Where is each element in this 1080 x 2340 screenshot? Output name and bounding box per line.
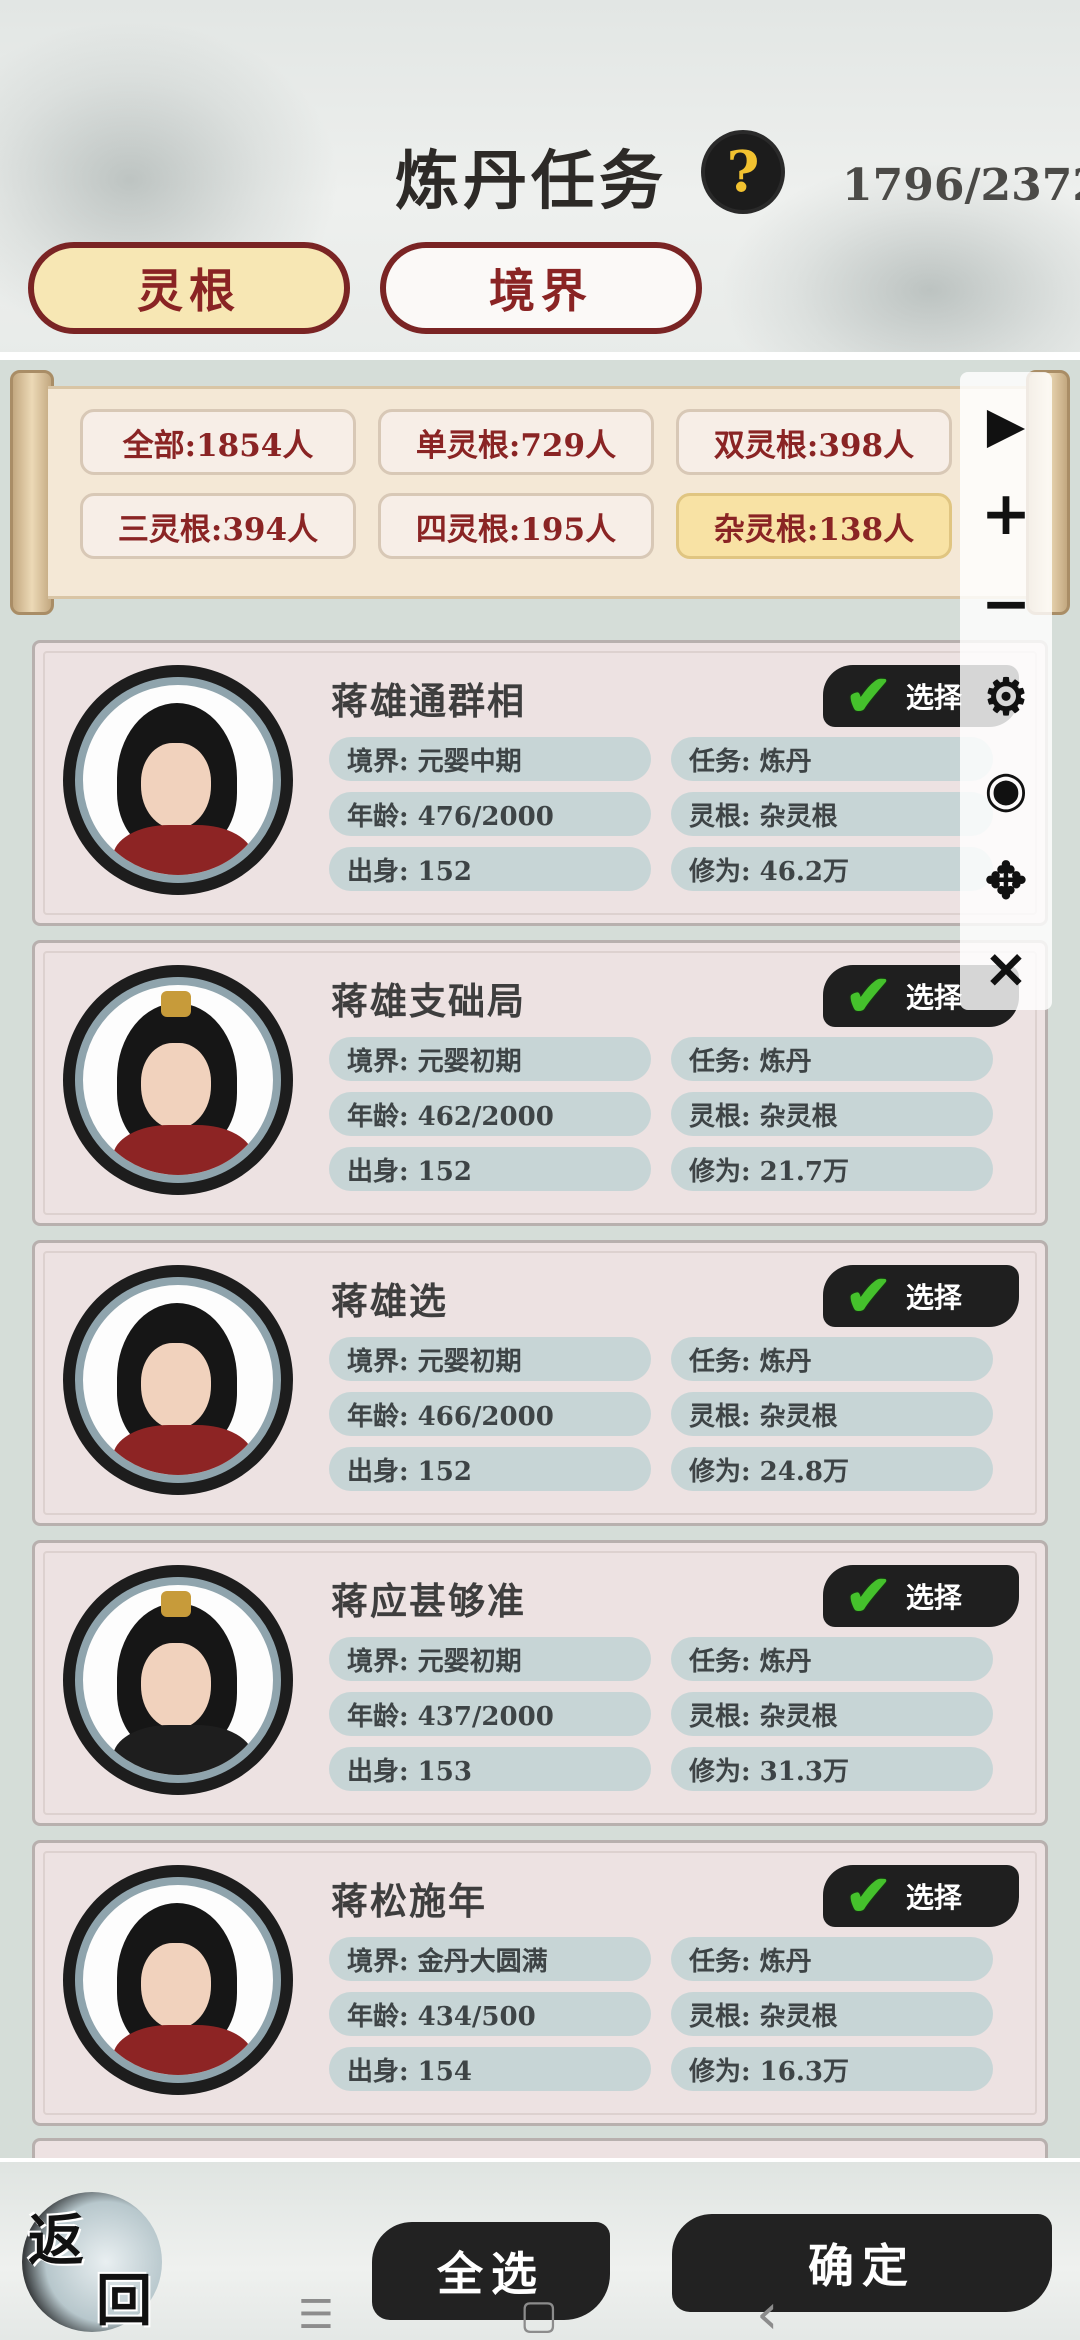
root-field: 灵根: 杂灵根 [671,1692,993,1736]
header: 炼丹任务 ? 1796/2372 灵根 境界 [0,0,1080,360]
select-button[interactable]: ✔ 选择 [823,1865,1019,1927]
task-field: 任务: 炼丹 [671,1637,993,1681]
character-name: 蒋松施年 [331,1879,487,1923]
gear-icon[interactable]: ⚙ [960,656,1052,736]
play-icon[interactable]: ▶ [960,384,1052,464]
filter-quad-root[interactable]: 四灵根:195人 [378,493,654,559]
close-icon[interactable]: ✕ [960,930,1052,1010]
task-field: 任务: 炼丹 [671,1937,993,1981]
select-button[interactable]: ✔ 选择 [823,1565,1019,1627]
realm-field: 境界: 元婴初期 [329,1637,651,1681]
help-icon[interactable]: ? [705,134,781,210]
realm-field: 境界: 金丹大圆满 [329,1937,651,1981]
tab-realm[interactable]: 境界 [380,242,702,334]
page-title: 炼丹任务 [395,144,667,219]
back-label-top: 返 [28,2208,84,2274]
character-name: 蒋雄通群相 [331,679,526,723]
realm-field: 境界: 元婴中期 [329,737,651,781]
floating-toolbar: ▶ + − ⚙ ◉ ✥ ✕ [960,372,1052,1010]
cultivation-field: 修为: 21.7万 [671,1147,993,1191]
root-field: 灵根: 杂灵根 [671,792,993,836]
header-divider [0,352,1080,360]
character-name: 蒋雄选 [331,1279,448,1323]
filter-all[interactable]: 全部:1854人 [80,409,356,475]
age-field: 年龄: 437/2000 [329,1692,651,1736]
age-field: 年龄: 462/2000 [329,1092,651,1136]
scroll-paper: 全部:1854人 单灵根:729人 双灵根:398人 三灵根:394人 四灵根:… [48,386,1032,599]
character-card[interactable]: 蒋应甚够准 ✔ 选择 境界: 元婴初期 任务: 炼丹 年龄: 437/2000 … [32,1540,1048,1826]
tab-spirit-root[interactable]: 灵根 [28,242,350,334]
character-card[interactable]: 蒋松施年 ✔ 选择 境界: 金丹大圆满 任务: 炼丹 年龄: 434/500 灵… [32,1840,1048,2126]
avatar [63,1565,293,1795]
task-counter: 1796/2372 [842,160,1080,211]
realm-field: 境界: 元婴初期 [329,1037,651,1081]
root-field: 灵根: 杂灵根 [671,1392,993,1436]
filter-scroll: 全部:1854人 单灵根:729人 双灵根:398人 三灵根:394人 四灵根:… [10,370,1070,615]
character-name: 蒋应甚够准 [331,1579,526,1623]
cultivation-field: 修为: 16.3万 [671,2047,993,2091]
age-field: 年龄: 466/2000 [329,1392,651,1436]
minus-icon[interactable]: − [960,564,1052,644]
check-icon: ✔ [845,1563,892,1629]
root-field: 灵根: 杂灵根 [671,1992,993,2036]
select-label: 选择 [905,1281,962,1314]
task-field: 任务: 炼丹 [671,737,993,781]
filter-triple-root[interactable]: 三灵根:394人 [80,493,356,559]
plus-icon[interactable]: + [960,474,1052,554]
realm-field: 境界: 元婴初期 [329,1337,651,1381]
filter-mixed-root[interactable]: 杂灵根:138人 [676,493,952,559]
select-all-button[interactable]: 全选 [372,2222,610,2320]
back-label-bottom: 回 [96,2268,152,2334]
home-icon[interactable]: ▢ [520,2292,558,2338]
origin-field: 出身: 154 [329,2047,651,2091]
character-card[interactable]: 蒋雄选 ✔ 选择 境界: 元婴初期 任务: 炼丹 年龄: 466/2000 灵根… [32,1240,1048,1526]
avatar [63,965,293,1195]
avatar [63,665,293,895]
origin-field: 出身: 153 [329,1747,651,1791]
confirm-button[interactable]: 确定 [672,2214,1052,2312]
nav-back-icon[interactable]: ‹ [756,2282,778,2340]
cultivation-field: 修为: 31.3万 [671,1747,993,1791]
character-card[interactable]: 蒋雄支础局 ✔ 选择 境界: 元婴初期 任务: 炼丹 年龄: 462/2000 … [32,940,1048,1226]
filter-single-root[interactable]: 单灵根:729人 [378,409,654,475]
select-label: 选择 [905,1881,962,1914]
avatar [63,1265,293,1495]
avatar [63,1865,293,2095]
age-field: 年龄: 476/2000 [329,792,651,836]
select-label: 选择 [905,1581,962,1614]
menu-icon[interactable]: ☰ [298,2292,334,2338]
cultivation-field: 修为: 46.2万 [671,847,993,891]
task-field: 任务: 炼丹 [671,1037,993,1081]
origin-field: 出身: 152 [329,847,651,891]
age-field: 年龄: 434/500 [329,1992,651,2036]
character-card[interactable]: 蒋雄通群相 ✔ 选择 境界: 元婴中期 任务: 炼丹 年龄: 476/2000 … [32,640,1048,926]
check-icon: ✔ [845,1263,892,1329]
move-icon[interactable]: ✥ [960,840,1052,920]
character-name: 蒋雄支础局 [331,979,526,1023]
filter-double-root[interactable]: 双灵根:398人 [676,409,952,475]
cultivation-field: 修为: 24.8万 [671,1447,993,1491]
select-label: 选择 [905,981,962,1014]
check-icon: ✔ [845,1863,892,1929]
check-icon: ✔ [845,963,892,1029]
eye-icon[interactable]: ◉ [960,748,1052,828]
task-field: 任务: 炼丹 [671,1337,993,1381]
select-label: 选择 [905,681,962,714]
title-row: 炼丹任务 ? 1796/2372 [0,130,1080,230]
origin-field: 出身: 152 [329,1447,651,1491]
check-icon: ✔ [845,663,892,729]
origin-field: 出身: 152 [329,1147,651,1191]
root-field: 灵根: 杂灵根 [671,1092,993,1136]
bottom-bar: 返 回 全选 确定 ☰ ▢ ‹ [0,2158,1080,2340]
back-button[interactable]: 返 回 [22,2192,162,2334]
select-button[interactable]: ✔ 选择 [823,1265,1019,1327]
